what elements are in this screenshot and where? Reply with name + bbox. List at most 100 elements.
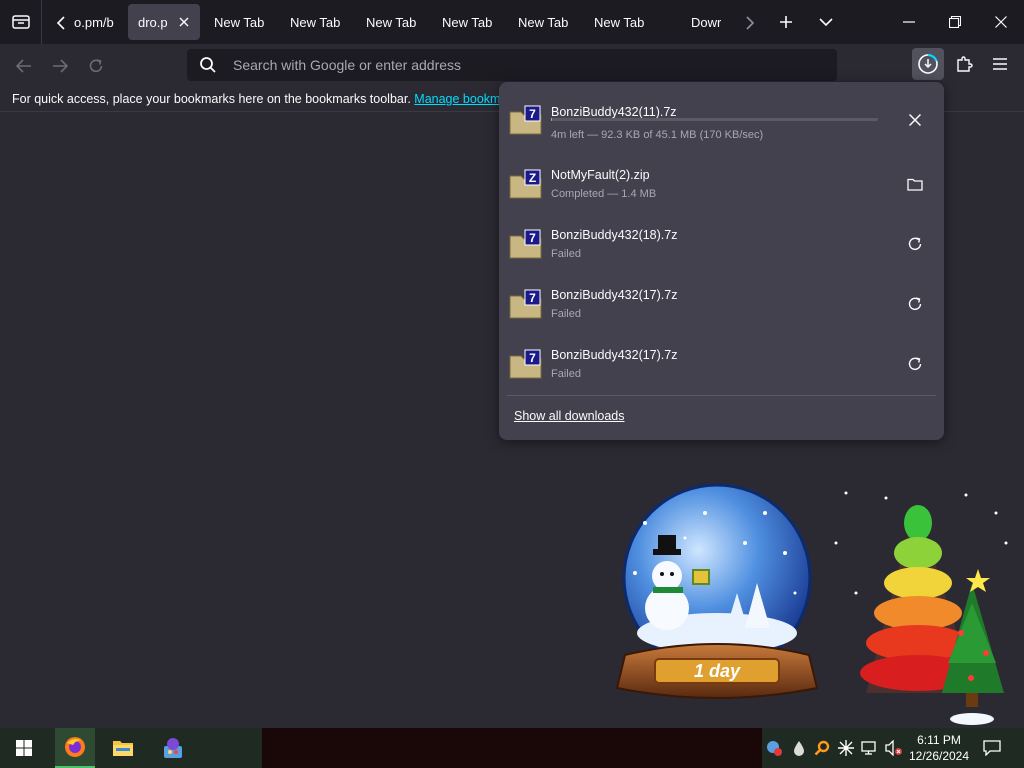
reload-icon: [89, 59, 103, 73]
back-button[interactable]: [10, 52, 38, 80]
firefox-view-button[interactable]: [0, 0, 42, 44]
notification-center-button[interactable]: [980, 736, 1004, 760]
tray-search-app-icon[interactable]: [812, 738, 832, 758]
download-status: Completed — 1.4 MB: [551, 188, 657, 200]
download-progress-bar: [551, 118, 878, 121]
extensions-button[interactable]: [950, 50, 978, 78]
tab-label: Dowr: [691, 14, 722, 30]
tab-9[interactable]: Dowr: [691, 4, 723, 40]
taskbar-app[interactable]: [153, 728, 193, 768]
svg-text:7: 7: [529, 351, 536, 365]
close-icon: [179, 17, 189, 27]
tab-5[interactable]: New Tab: [366, 4, 428, 40]
taskbar-firefox[interactable]: [55, 728, 95, 768]
scroll-tabs-left-button[interactable]: [50, 12, 72, 34]
tab-7[interactable]: New Tab: [518, 4, 580, 40]
new-tab-button[interactable]: [772, 8, 800, 36]
search-icon: [200, 57, 216, 73]
download-status: 4m left — 92.3 KB of 45.1 MB (170 KB/sec…: [551, 129, 764, 141]
retry-download-button[interactable]: [901, 230, 929, 258]
tab-4[interactable]: New Tab: [290, 4, 352, 40]
list-all-tabs-button[interactable]: [812, 8, 840, 36]
download-item[interactable]: 7 BonziBuddy432(17).7z Failed: [499, 274, 944, 334]
restore-icon: [949, 16, 961, 28]
retry-icon: [908, 297, 922, 310]
shield-error-icon: [767, 741, 782, 756]
firefox-icon: [65, 737, 85, 757]
7z-archive-icon: 7: [509, 349, 542, 379]
download-item[interactable]: Z NotMyFault(2).zip Completed — 1.4 MB: [499, 154, 944, 214]
download-item[interactable]: 7 BonziBuddy432(11).7z 4m left — 92.3 KB…: [499, 90, 944, 150]
svg-text:7: 7: [529, 107, 536, 121]
show-all-downloads-button[interactable]: Show all downloads: [514, 409, 625, 423]
downloads-button[interactable]: [912, 48, 944, 80]
chevron-right-icon: [746, 16, 755, 30]
reload-button[interactable]: [82, 52, 110, 80]
water-drop-icon: [794, 741, 804, 756]
cancel-download-button[interactable]: [901, 106, 929, 134]
tab-strip: o.pm/b dro.p New Tab New Tab New Tab New…: [0, 0, 1024, 44]
firefox-view-icon: [11, 15, 30, 29]
tab-3[interactable]: New Tab: [214, 4, 276, 40]
tab-label: New Tab: [442, 14, 493, 30]
svg-text:7: 7: [529, 231, 536, 245]
folder-icon: [907, 178, 923, 191]
download-status: Failed: [551, 368, 581, 380]
bookmarks-empty-message: For quick access, place your bookmarks h…: [12, 92, 415, 106]
tab-6[interactable]: New Tab: [442, 4, 504, 40]
arrow-left-icon: [16, 59, 31, 73]
scroll-tabs-right-button[interactable]: [740, 12, 760, 34]
show-in-folder-button[interactable]: [901, 170, 929, 198]
chevron-down-icon: [819, 18, 833, 27]
tray-network-icon[interactable]: [860, 738, 880, 758]
retry-download-button[interactable]: [901, 290, 929, 318]
download-item[interactable]: 7 BonziBuddy432(18).7z Failed: [499, 214, 944, 274]
download-progress-icon: [918, 53, 938, 74]
folder-icon: [113, 741, 133, 756]
minimize-icon: [903, 21, 915, 23]
magnifier-icon: [814, 740, 830, 756]
download-status: Failed: [551, 248, 581, 260]
restore-button[interactable]: [932, 0, 978, 44]
tab-label: New Tab: [290, 14, 341, 30]
7z-archive-icon: 7: [509, 105, 542, 135]
7z-archive-icon: 7: [509, 229, 542, 259]
retry-download-button[interactable]: [901, 350, 929, 378]
7z-archive-icon: 7: [509, 289, 542, 319]
notification-icon: [983, 740, 1001, 756]
taskbar: 6:11 PM 12/26/2024: [0, 728, 1024, 768]
tab-8[interactable]: New Tab: [594, 4, 656, 40]
close-tab-button[interactable]: [176, 14, 192, 30]
snow-globe-label: 1 day: [693, 661, 741, 681]
navigation-toolbar: [0, 44, 1024, 86]
zip-archive-icon: Z: [509, 169, 542, 199]
tray-snowflake-icon[interactable]: [836, 738, 856, 758]
tray-volume-icon[interactable]: [884, 738, 904, 758]
app-menu-button[interactable]: [986, 50, 1014, 78]
download-filename: BonziBuddy432(11).7z: [551, 105, 677, 119]
minimize-button[interactable]: [886, 0, 932, 44]
tab-1[interactable]: o.pm/b: [74, 4, 124, 40]
url-input[interactable]: [233, 49, 813, 81]
download-filename: BonziBuddy432(18).7z: [551, 228, 678, 242]
clock-time: 6:11 PM: [917, 733, 961, 747]
tab-2-active[interactable]: dro.p: [128, 4, 200, 40]
start-button[interactable]: [0, 728, 48, 768]
tab-label: New Tab: [366, 14, 417, 30]
tab-label: New Tab: [594, 14, 645, 30]
tray-app-icon[interactable]: [764, 738, 784, 758]
christmas-tree-image: [834, 491, 1008, 725]
tab-label: New Tab: [518, 14, 569, 30]
download-status: Failed: [551, 308, 581, 320]
address-bar[interactable]: [187, 49, 837, 81]
hamburger-menu-icon: [993, 58, 1007, 70]
forward-button[interactable]: [46, 52, 74, 80]
taskbar-file-explorer[interactable]: [103, 728, 143, 768]
tray-drop-icon[interactable]: [789, 738, 809, 758]
system-clock[interactable]: 6:11 PM 12/26/2024: [904, 732, 974, 764]
close-icon: [909, 114, 921, 126]
close-window-button[interactable]: [978, 0, 1024, 44]
download-item[interactable]: 7 BonziBuddy432(17).7z Failed: [499, 334, 944, 394]
snowflake-icon: [838, 740, 854, 756]
svg-text:7: 7: [529, 291, 536, 305]
